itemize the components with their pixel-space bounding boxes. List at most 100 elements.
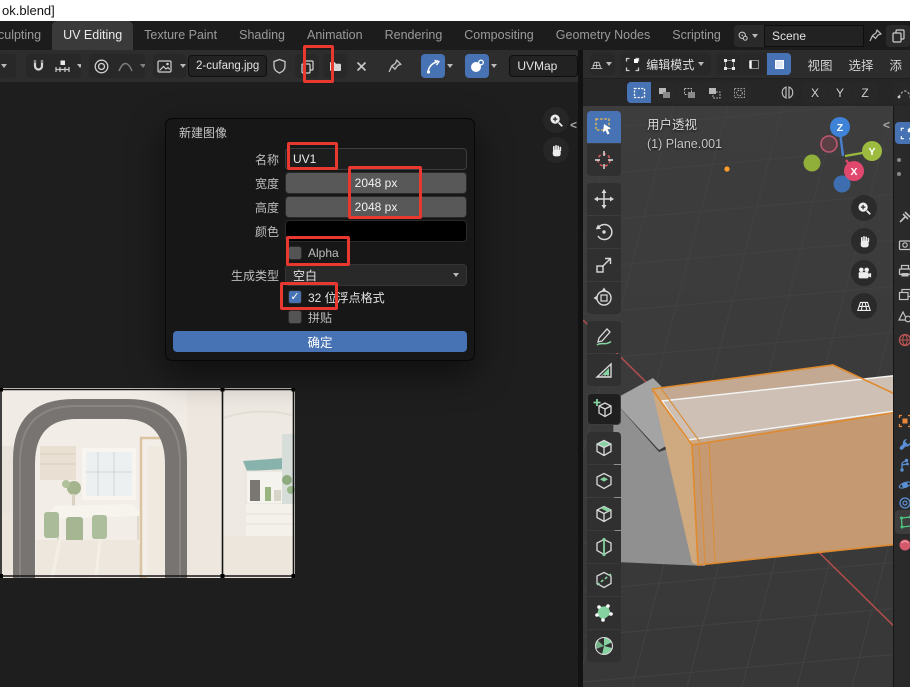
viewport-canvas[interactable]: 用户透视 (1) Plane.001 Z Y X: [583, 106, 910, 687]
uv-snap-button[interactable]: [421, 54, 445, 78]
hand-icon: [857, 234, 872, 249]
mirror-button[interactable]: [775, 81, 799, 105]
modifier-properties-tab[interactable]: [898, 437, 910, 451]
viewport-pan-button[interactable]: [851, 228, 877, 254]
color-swatch[interactable]: [285, 220, 467, 242]
physics-properties-tab[interactable]: [898, 478, 910, 492]
proportional-edit-button[interactable]: [89, 54, 113, 78]
image-name-field[interactable]: 2-cufang.jpg: [188, 55, 267, 77]
menu-view[interactable]: 视图: [799, 55, 840, 74]
snap-toggle-button[interactable]: [26, 54, 50, 78]
knife-tool[interactable]: [587, 564, 621, 596]
scene-browse-button[interactable]: [734, 25, 764, 47]
steps-falloff-button[interactable]: [893, 82, 910, 103]
pin-image-button[interactable]: [383, 54, 407, 78]
vertex-select-button[interactable]: [717, 53, 741, 75]
select-invert-button[interactable]: [702, 82, 726, 103]
image-browse-button[interactable]: [153, 54, 177, 78]
output-properties-tab[interactable]: [898, 264, 910, 278]
chevron-down-icon[interactable]: [447, 64, 453, 68]
add-cube-tool[interactable]: [587, 393, 621, 425]
unlink-image-button[interactable]: [349, 54, 373, 78]
cursor-tool[interactable]: [587, 144, 621, 176]
uv-pan-button[interactable]: [543, 137, 569, 163]
height-input[interactable]: 2048 px: [285, 196, 467, 218]
select-new-button[interactable]: [627, 82, 651, 103]
tool-properties-tab[interactable]: [898, 210, 910, 224]
confirm-button[interactable]: 确定: [173, 331, 467, 352]
width-input[interactable]: 2048 px: [285, 172, 467, 194]
edge-select-button[interactable]: [742, 53, 766, 75]
float-format-checkbox[interactable]: ✓: [288, 290, 302, 304]
select-subtract-button[interactable]: [677, 82, 701, 103]
uv-map-field[interactable]: UVMap: [509, 55, 578, 77]
select-extend-button[interactable]: [652, 82, 676, 103]
new-image-button[interactable]: [295, 54, 319, 78]
active-tool-tab[interactable]: [895, 122, 910, 144]
mirror-z-toggle[interactable]: Z: [853, 82, 877, 103]
object-data-properties-tab[interactable]: [895, 510, 910, 534]
chevron-down-icon[interactable]: [491, 64, 497, 68]
tab-texture-paint[interactable]: Texture Paint: [133, 21, 228, 50]
measure-tool[interactable]: [587, 354, 621, 386]
scene-name-field[interactable]: Scene: [764, 25, 864, 47]
particles-properties-tab[interactable]: [898, 458, 910, 472]
generated-type-dropdown[interactable]: 空白: [285, 264, 467, 286]
mirror-x-toggle[interactable]: X: [803, 82, 827, 103]
tab-shading[interactable]: Shading: [228, 21, 296, 50]
uv-image-canvas[interactable]: [0, 388, 295, 578]
tab-compositing[interactable]: Compositing: [453, 21, 544, 50]
spin-tool[interactable]: [587, 630, 621, 662]
alpha-checkbox[interactable]: [288, 246, 302, 260]
bevel-tool[interactable]: [587, 498, 621, 530]
tab-uv-editing[interactable]: UV Editing: [52, 21, 133, 50]
uv-sidebar-collapse-arrow[interactable]: <: [570, 118, 577, 132]
rotate-tool[interactable]: [587, 216, 621, 248]
uv-proportional-button[interactable]: [465, 54, 489, 78]
navigation-gizmo[interactable]: Z Y X: [788, 106, 888, 201]
tab-sculpting[interactable]: culpting: [0, 21, 52, 50]
select-box-tool[interactable]: [587, 111, 621, 143]
tab-geometry-nodes[interactable]: Geometry Nodes: [545, 21, 661, 50]
menu-add-partial[interactable]: 添: [881, 55, 910, 74]
uv-zoom-button[interactable]: [543, 107, 569, 133]
scale-tool[interactable]: [587, 249, 621, 281]
viewport-ortho-button[interactable]: [851, 293, 877, 319]
render-properties-tab[interactable]: [898, 238, 910, 252]
tiled-checkbox[interactable]: [288, 310, 302, 324]
object-properties-tab[interactable]: [898, 414, 910, 428]
open-image-button[interactable]: [323, 54, 347, 78]
viewport-camera-button[interactable]: [851, 260, 877, 286]
tab-animation[interactable]: Animation: [296, 21, 374, 50]
chevron-down-icon[interactable]: [140, 64, 144, 68]
inset-faces-tool[interactable]: [587, 465, 621, 497]
chevron-down-icon[interactable]: [180, 64, 186, 68]
new-scene-button[interactable]: [886, 25, 910, 47]
image-name-input[interactable]: UV1: [285, 148, 467, 170]
pivot-dropdown[interactable]: [0, 54, 16, 78]
menu-select[interactable]: 选择: [840, 55, 881, 74]
mirror-y-toggle[interactable]: Y: [828, 82, 852, 103]
pin-scene-button[interactable]: [864, 25, 886, 47]
move-tool[interactable]: [587, 183, 621, 215]
material-properties-tab[interactable]: [898, 538, 910, 552]
tab-scripting[interactable]: Scripting: [661, 21, 732, 50]
scene-properties-tab[interactable]: [898, 310, 910, 324]
annotate-tool[interactable]: [587, 321, 621, 353]
face-select-button[interactable]: [767, 53, 791, 75]
tab-rendering[interactable]: Rendering: [374, 21, 454, 50]
select-intersect-button[interactable]: [727, 82, 751, 103]
poly-build-tool[interactable]: [587, 597, 621, 629]
constraints-properties-tab[interactable]: [898, 496, 910, 510]
mode-dropdown[interactable]: 编辑模式: [621, 53, 711, 75]
extrude-region-tool[interactable]: [587, 432, 621, 464]
editor-type-button[interactable]: [590, 53, 615, 75]
falloff-button[interactable]: [113, 54, 137, 78]
transform-tool[interactable]: [587, 282, 621, 314]
snap-target-button[interactable]: [50, 54, 74, 78]
world-properties-tab[interactable]: [898, 333, 910, 347]
loop-cut-tool[interactable]: [587, 531, 621, 563]
chevron-down-icon[interactable]: [77, 64, 81, 68]
fake-user-button[interactable]: [267, 54, 291, 78]
view-layer-properties-tab[interactable]: [898, 288, 910, 302]
